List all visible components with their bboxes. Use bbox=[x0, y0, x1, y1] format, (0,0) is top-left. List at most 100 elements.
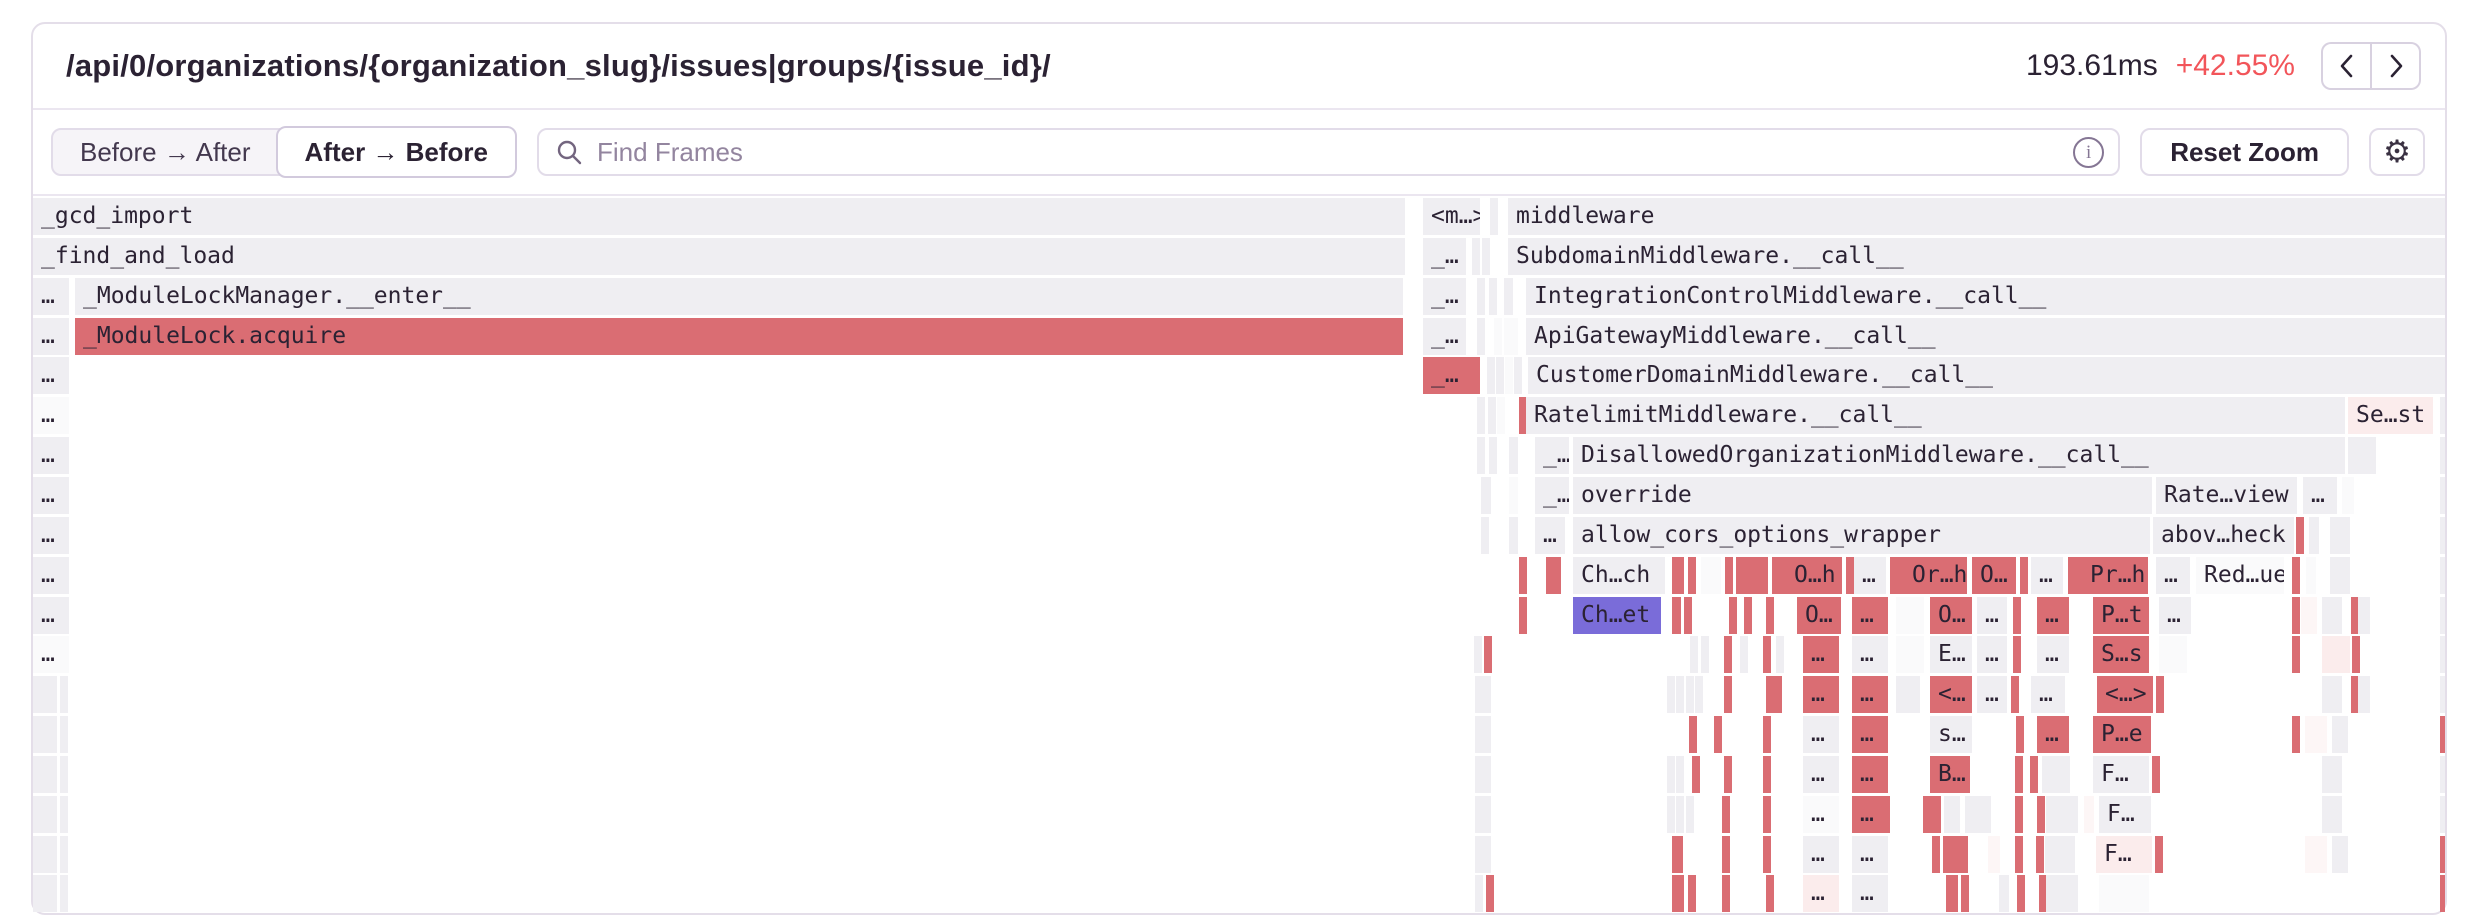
flame-frame[interactable]: … bbox=[1852, 796, 1890, 833]
flame-frame[interactable]: … bbox=[33, 557, 69, 594]
flame-frame[interactable]: … bbox=[33, 318, 69, 355]
flame-frame[interactable] bbox=[1763, 756, 1771, 793]
flame-frame[interactable]: Pr…h bbox=[2082, 557, 2148, 594]
flame-frame[interactable]: … bbox=[1852, 756, 1888, 793]
flame-frame[interactable]: … bbox=[1803, 676, 1839, 713]
flame-frame[interactable] bbox=[1686, 796, 1694, 833]
flame-frame[interactable]: … bbox=[1803, 716, 1839, 753]
flame-frame[interactable] bbox=[1763, 836, 1771, 873]
flame-frame[interactable] bbox=[2322, 636, 2350, 673]
flame-frame[interactable] bbox=[1484, 636, 1492, 673]
flame-frame[interactable]: Ch…ch bbox=[1573, 557, 1665, 594]
flame-frame[interactable] bbox=[1943, 836, 1968, 873]
flame-frame[interactable] bbox=[1896, 636, 1924, 673]
flame-frame[interactable]: … bbox=[1852, 636, 1888, 673]
flame-frame[interactable]: F… bbox=[2099, 796, 2151, 833]
flame-frame[interactable]: … bbox=[2031, 557, 2063, 594]
flame-frame[interactable]: _gcd_import bbox=[33, 198, 1405, 235]
flame-frame[interactable] bbox=[1714, 716, 1722, 753]
flame-frame[interactable]: Se…st bbox=[2348, 397, 2433, 434]
flame-frame[interactable] bbox=[1846, 557, 1854, 594]
flame-frame[interactable] bbox=[2322, 676, 2342, 713]
flame-frame[interactable] bbox=[1477, 437, 1485, 474]
flame-frame[interactable]: P…e bbox=[2093, 716, 2151, 753]
flame-frame[interactable] bbox=[60, 676, 68, 713]
flame-frame[interactable]: F… bbox=[2093, 756, 2149, 793]
flame-frame[interactable] bbox=[2440, 756, 2445, 793]
flame-frame[interactable] bbox=[1477, 318, 1485, 355]
flame-frame[interactable] bbox=[1724, 756, 1732, 793]
flame-frame[interactable] bbox=[2020, 557, 2028, 594]
flame-frame[interactable]: O… bbox=[1930, 597, 1972, 634]
flame-frame[interactable] bbox=[2440, 875, 2445, 912]
flame-frame[interactable]: _ModuleLockManager.__enter__ bbox=[75, 278, 1403, 315]
flame-frame[interactable]: CustomerDomainMiddleware.__call__ bbox=[1528, 357, 2445, 394]
previous-button[interactable] bbox=[2321, 42, 2371, 90]
flame-frame[interactable] bbox=[2046, 875, 2078, 912]
flame-frame[interactable] bbox=[1688, 875, 1696, 912]
flame-frame[interactable] bbox=[1676, 756, 1684, 793]
flame-frame[interactable] bbox=[33, 756, 57, 793]
flame-frame[interactable] bbox=[1509, 517, 1518, 554]
flame-frame[interactable]: _… bbox=[1423, 278, 1466, 315]
flame-frame[interactable] bbox=[2440, 836, 2445, 873]
flame-frame[interactable] bbox=[2440, 557, 2445, 594]
flame-frame[interactable] bbox=[1546, 557, 1561, 594]
flame-frame[interactable] bbox=[2440, 636, 2445, 673]
flame-frame[interactable]: … bbox=[1803, 796, 1839, 833]
flame-frame[interactable] bbox=[2322, 756, 2342, 793]
flame-frame[interactable] bbox=[1689, 716, 1697, 753]
flame-frame[interactable] bbox=[1483, 836, 1491, 873]
flame-frame[interactable] bbox=[1999, 875, 2009, 912]
flame-frame[interactable] bbox=[2352, 636, 2360, 673]
flame-frame[interactable]: … bbox=[1535, 517, 1565, 554]
flame-frame[interactable] bbox=[1519, 597, 1527, 634]
flame-frame[interactable] bbox=[1472, 238, 1480, 275]
flame-frame[interactable]: _… bbox=[1535, 477, 1569, 514]
flame-frame[interactable] bbox=[1722, 796, 1730, 833]
flame-frame[interactable]: … bbox=[33, 477, 69, 514]
flame-frame[interactable]: … bbox=[1977, 597, 2007, 634]
flamegraph[interactable]: _gcd_import<m…>middleware_find_and_load_… bbox=[33, 196, 2445, 913]
flame-frame[interactable] bbox=[2017, 875, 2025, 912]
flame-frame[interactable] bbox=[60, 875, 68, 912]
flame-frame[interactable] bbox=[1896, 597, 1924, 634]
segment-after-before[interactable]: After → Before bbox=[276, 126, 517, 178]
flame-frame[interactable] bbox=[33, 676, 57, 713]
flame-frame[interactable] bbox=[1497, 397, 1505, 434]
flame-frame[interactable] bbox=[1509, 477, 1518, 514]
flame-frame[interactable] bbox=[1774, 676, 1782, 713]
flame-frame[interactable] bbox=[2342, 477, 2354, 514]
info-icon[interactable]: i bbox=[2073, 137, 2104, 168]
flame-frame[interactable] bbox=[1724, 636, 1732, 673]
flame-frame[interactable] bbox=[2440, 716, 2445, 753]
flame-frame[interactable] bbox=[1684, 597, 1692, 634]
flame-frame[interactable] bbox=[1766, 676, 1774, 713]
flame-frame[interactable]: … bbox=[1852, 836, 1888, 873]
flame-frame[interactable] bbox=[1474, 636, 1482, 673]
flame-frame[interactable] bbox=[2084, 796, 2094, 833]
flame-frame[interactable] bbox=[1763, 796, 1771, 833]
flame-frame[interactable] bbox=[2306, 557, 2316, 594]
flame-frame[interactable] bbox=[2156, 676, 2164, 713]
flame-frame[interactable] bbox=[1736, 557, 1768, 594]
flame-frame[interactable] bbox=[1483, 716, 1491, 753]
flame-frame[interactable] bbox=[1724, 676, 1732, 713]
flame-frame[interactable] bbox=[1946, 875, 1958, 912]
flame-frame[interactable]: middleware bbox=[1508, 198, 2445, 235]
flame-frame[interactable]: _… bbox=[1535, 437, 1569, 474]
flame-frame[interactable]: Ch…et bbox=[1573, 597, 1661, 634]
flame-frame[interactable] bbox=[33, 796, 57, 833]
flame-frame[interactable] bbox=[1489, 437, 1497, 474]
flame-frame[interactable] bbox=[1961, 875, 1969, 912]
flame-frame[interactable] bbox=[2440, 796, 2445, 833]
flame-frame[interactable]: B… bbox=[1930, 756, 1970, 793]
flame-frame[interactable] bbox=[1690, 636, 1698, 673]
flame-frame[interactable] bbox=[2030, 756, 2038, 793]
flame-frame[interactable] bbox=[2440, 477, 2445, 514]
flame-frame[interactable] bbox=[2348, 437, 2376, 474]
reset-zoom-button[interactable]: Reset Zoom bbox=[2140, 128, 2349, 176]
flame-frame[interactable]: … bbox=[33, 397, 69, 434]
flame-frame[interactable] bbox=[33, 836, 57, 873]
flame-frame[interactable]: P…t bbox=[2093, 597, 2149, 634]
